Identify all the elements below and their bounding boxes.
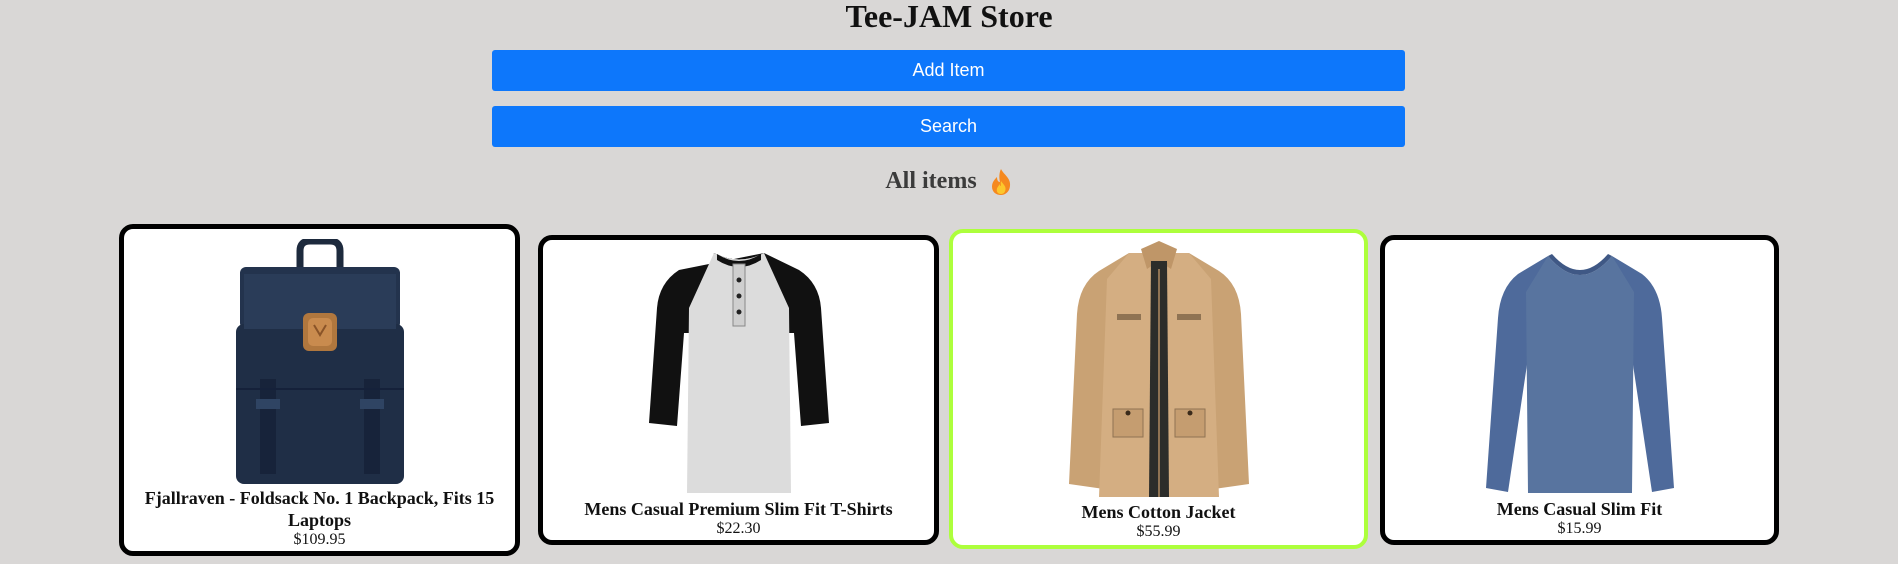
product-image-shirt — [639, 248, 839, 503]
product-name: Mens Casual Premium Slim Fit T-Shirts — [584, 499, 893, 519]
section-heading: All items — [0, 164, 1898, 198]
product-card[interactable]: Mens Casual Premium Slim Fit T-Shirts $2… — [538, 235, 939, 545]
product-card[interactable]: Mens Casual Slim Fit $15.99 — [1380, 235, 1779, 545]
product-price: $109.95 — [293, 531, 346, 548]
product-name: Fjallraven - Foldsack No. 1 Backpack, Fi… — [144, 488, 495, 530]
product-image-longsleeve — [1480, 248, 1680, 503]
search-button[interactable]: Search — [492, 106, 1405, 147]
fire-icon — [989, 168, 1013, 196]
add-item-button[interactable]: Add Item — [492, 50, 1405, 91]
product-card[interactable]: Fjallraven - Foldsack No. 1 Backpack, Fi… — [119, 224, 520, 556]
product-price: $15.99 — [1557, 520, 1602, 537]
product-name: Mens Cotton Jacket — [1081, 502, 1236, 522]
product-price: $55.99 — [1136, 523, 1181, 540]
product-image-backpack — [230, 237, 410, 494]
product-image-jacket — [1059, 239, 1259, 506]
product-name: Mens Casual Slim Fit — [1496, 499, 1663, 519]
product-card[interactable]: Mens Cotton Jacket $55.99 — [949, 229, 1368, 549]
page-title: Tee-JAM Store — [845, 0, 1053, 34]
product-price: $22.30 — [716, 520, 761, 537]
section-heading-label: All items — [885, 168, 977, 194]
